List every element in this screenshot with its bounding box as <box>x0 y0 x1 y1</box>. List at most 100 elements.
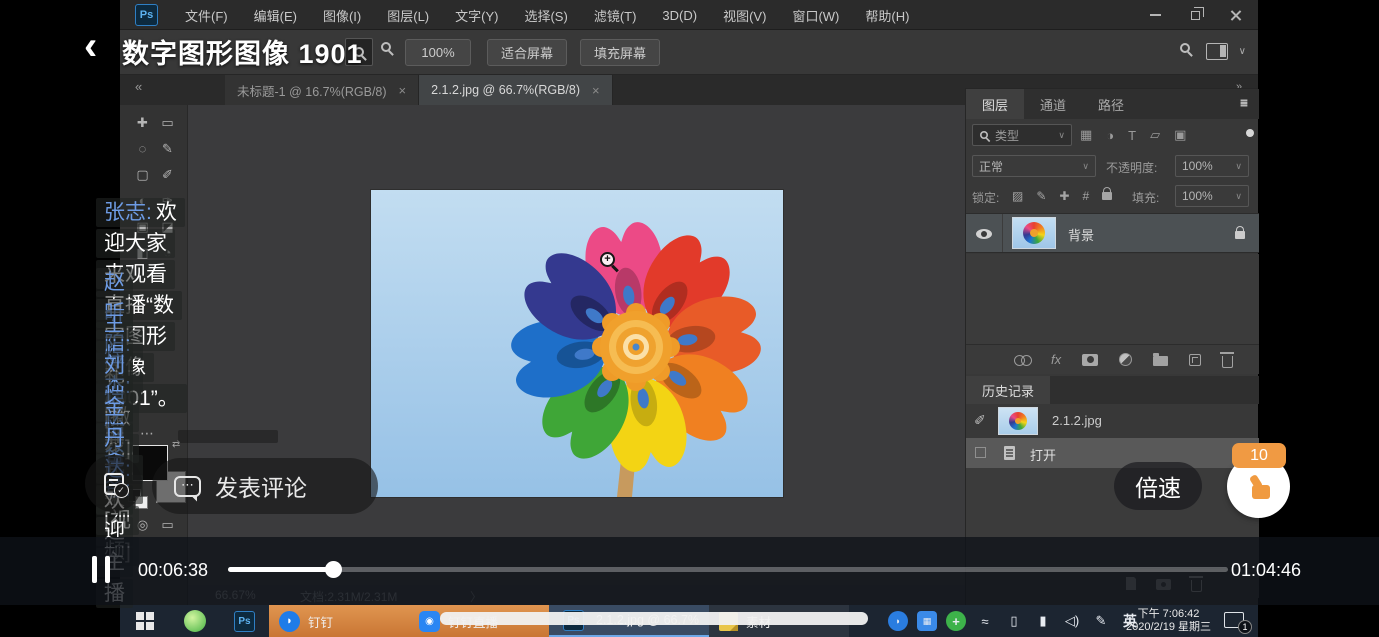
layer-effects-icon[interactable]: fx <box>1051 353 1061 366</box>
new-layer-icon[interactable] <box>1189 354 1201 366</box>
chat-username: 张志: <box>104 201 152 224</box>
menu-item[interactable]: 窗口(W) <box>779 6 852 25</box>
taskbar-browser-button[interactable] <box>170 605 220 637</box>
menu-item[interactable]: 选择(S) <box>511 6 580 25</box>
document-tab[interactable]: 未标题-1 @ 16.7%(RGB/8)× <box>225 75 419 105</box>
security-tray-icon[interactable]: + <box>946 611 966 631</box>
tab-history[interactable]: 历史记录 <box>966 376 1050 404</box>
app-tray-icon[interactable]: ▦ <box>917 611 937 631</box>
history-brush-source-icon[interactable]: ✐ <box>974 412 986 429</box>
restore-icon[interactable] <box>1191 11 1200 20</box>
layer-group-icon[interactable] <box>1153 356 1168 366</box>
network-tray-icon[interactable]: ≈ <box>975 611 995 631</box>
menu-item[interactable]: 图层(L) <box>374 6 442 25</box>
pause-button[interactable] <box>88 556 118 584</box>
usb-tray-icon[interactable]: ▯ <box>1004 611 1024 631</box>
menu-item[interactable]: 图像(I) <box>310 6 374 25</box>
quick-selection-tool-icon[interactable]: ✎ <box>162 141 173 157</box>
taskbar-item-label: 钉钉 <box>308 612 333 631</box>
scrubber-pill-overlay[interactable] <box>440 612 868 625</box>
panel-dock: 图层通道路径 ≡ 类型 ∨ ▦◑T▱▣ 正常 ∨ 不透明度: 100% <box>965 88 1258 605</box>
zoom-out-toggle[interactable] <box>381 42 391 52</box>
history-checkbox[interactable] <box>975 447 986 458</box>
link-layers-icon[interactable] <box>1014 355 1030 364</box>
opacity-input[interactable]: 100% ∨ <box>1175 155 1249 177</box>
lock-position-icon[interactable]: ✚ <box>1059 189 1069 203</box>
layers-panel-tabs: 图层通道路径 <box>966 89 1259 119</box>
document-image-pinwheel[interactable] <box>371 190 783 497</box>
layer-visibility-eye-icon[interactable] <box>976 229 992 239</box>
close-icon[interactable] <box>1230 9 1242 21</box>
menu-item[interactable]: 文件(F) <box>172 6 241 25</box>
eyedropper-tool-icon[interactable]: ✐ <box>162 167 173 183</box>
back-button[interactable]: ‹ <box>84 26 97 66</box>
menu-item[interactable]: 3D(D) <box>649 8 710 23</box>
dinglive-icon: ◉ <box>419 611 440 632</box>
tab-通道[interactable]: 通道 <box>1024 89 1082 119</box>
fill-input[interactable]: 100% ∨ <box>1175 185 1249 207</box>
browser-icon <box>184 610 206 632</box>
fill-label: 填充: <box>1132 189 1159 206</box>
filter-adjustment-layers-icon[interactable]: ◑ <box>1106 128 1114 143</box>
filter-pixel-layers-icon[interactable]: ▦ <box>1080 127 1092 143</box>
volume-tray-icon[interactable]: ◁) <box>1062 611 1082 631</box>
minimize-icon[interactable] <box>1150 14 1161 16</box>
lock-icons: ▨ ✎ ✚ # <box>1012 186 1112 206</box>
stylus-tray-icon[interactable]: ✎ <box>1091 611 1111 631</box>
adjustment-layer-icon[interactable] <box>1119 353 1132 366</box>
progress-thumb[interactable] <box>325 561 342 578</box>
post-comment-label: 发表评论 <box>215 469 307 503</box>
lock-artboard-icon[interactable]: # <box>1082 189 1089 203</box>
filter-type-layers-icon[interactable]: T <box>1128 128 1136 143</box>
tab-close-icon[interactable]: × <box>592 83 600 98</box>
workspace-chevron-icon[interactable]: ∨ <box>1239 46 1246 57</box>
move-tool-icon[interactable]: ✚ <box>137 115 148 131</box>
taskbar-photoshop-button[interactable]: Ps <box>220 605 269 637</box>
menu-item[interactable]: 帮助(H) <box>852 6 922 25</box>
fill-screen-button[interactable]: 填充屏幕 <box>580 39 660 66</box>
menu-item[interactable]: 文字(Y) <box>442 6 511 25</box>
layer-filter-type-select[interactable]: 类型 ∨ <box>972 124 1072 146</box>
marquee-tool-icon[interactable]: ▭ <box>161 115 173 131</box>
delete-layer-icon[interactable] <box>1222 356 1233 368</box>
lock-transparency-icon[interactable]: ▨ <box>1012 189 1023 203</box>
filter-smart-objects-icon[interactable]: ▣ <box>1174 127 1186 143</box>
notification-badge: 1 <box>1238 620 1252 634</box>
history-entry-open[interactable]: 打开 <box>966 438 1259 468</box>
layer-mask-icon[interactable] <box>1082 354 1098 366</box>
lock-image-icon[interactable]: ✎ <box>1036 189 1046 203</box>
filter-pin-dot[interactable] <box>1246 129 1254 137</box>
fit-screen-button[interactable]: 适合屏幕 <box>487 39 567 66</box>
menu-item[interactable]: 编辑(E) <box>241 6 310 25</box>
crop-tool-icon[interactable]: ▢ <box>136 167 148 183</box>
playback-speed-button[interactable]: 倍速 <box>1114 462 1202 510</box>
lasso-tool-icon[interactable]: ◌ <box>139 141 147 157</box>
taskbar-start-button[interactable] <box>120 605 170 637</box>
document-tab[interactable]: 2.1.2.jpg @ 66.7%(RGB/8)× <box>419 75 612 105</box>
display-tray-icon[interactable]: ▮ <box>1033 611 1053 631</box>
menu-item[interactable]: 滤镜(T) <box>581 6 650 25</box>
collapse-tools-icon[interactable]: « <box>135 79 142 94</box>
fill-chevron-icon: ∨ <box>1235 191 1242 202</box>
progress-bar[interactable] <box>228 567 1228 572</box>
lock-all-icon[interactable] <box>1102 192 1112 200</box>
menu-item[interactable]: 视图(V) <box>710 6 779 25</box>
tab-路径[interactable]: 路径 <box>1082 89 1140 119</box>
post-comment-button[interactable]: ⋯ 发表评论 <box>152 458 378 514</box>
blend-mode-select[interactable]: 正常 ∨ <box>972 155 1096 177</box>
workspace-icon[interactable] <box>1206 43 1228 60</box>
search-icon[interactable] <box>1180 43 1190 53</box>
dingtalk-tray-icon[interactable]: ◗ <box>888 611 908 631</box>
zoom-level-button[interactable]: 100% <box>405 39 471 66</box>
tab-图层[interactable]: 图层 <box>966 89 1024 119</box>
sign-in-button[interactable] <box>85 455 142 512</box>
screen-mode-icon[interactable]: ▭ <box>161 517 173 533</box>
filter-shape-layers-icon[interactable]: ▱ <box>1150 127 1160 143</box>
history-entry-open-file[interactable]: ✐ 2.1.2.jpg <box>966 404 1259 438</box>
tab-close-icon[interactable]: × <box>399 83 407 98</box>
layer-row-background[interactable]: 背景 <box>966 213 1259 253</box>
layer-thumbnail[interactable] <box>1012 217 1056 249</box>
taskbar-dingtalk-button[interactable]: ◗钉钉 <box>269 605 409 637</box>
history-panel-menu-icon[interactable]: ≡ <box>1240 94 1248 110</box>
taskbar-clock[interactable]: 下午 7:06:42 2020/2/19 星期三 <box>1121 608 1216 634</box>
